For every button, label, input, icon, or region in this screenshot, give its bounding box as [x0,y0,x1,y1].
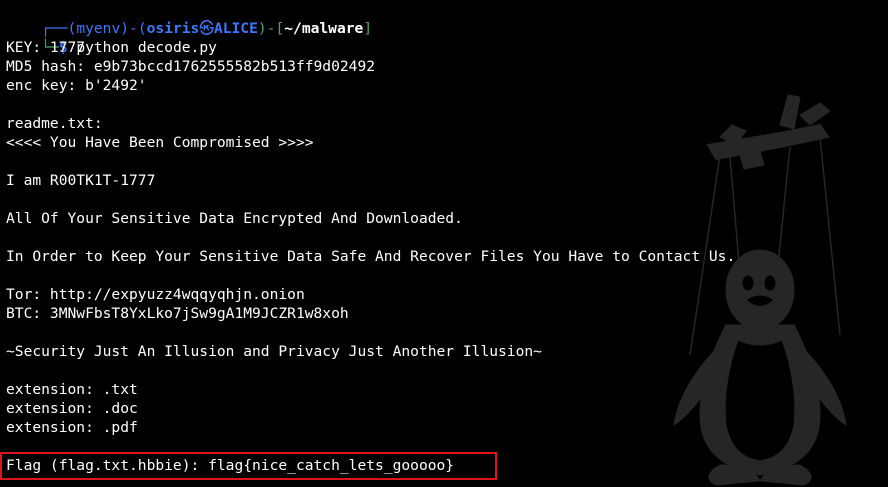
terminal-window[interactable]: ┌──(myenv)-(osiris㉿ALICE)-[~/malware] └─… [0,0,888,487]
command-text: python decode.py [76,39,217,56]
output-line: Tor: http://expyuzz4wqqyqhjn.onion [6,286,305,303]
output-line: In Order to Keep Your Sensitive Data Saf… [6,248,736,265]
output-line: BTC: 3MNwFbsT8YxLko7jSw9gA1M9JCZR1w8xoh [6,305,349,322]
output-line: extension: .txt [6,381,138,398]
flag-line: Flag (flag.txt.hbbie): flag{nice_catch_l… [6,457,455,474]
output-line: enc key: b'2492' [6,77,147,94]
prompt-path: ~/malware [284,20,364,37]
output-line: <<<< You Have Been Compromised >>>> [6,134,314,151]
output-line: I am R00TK1T-1777 [6,172,156,189]
prompt-close-paren-2: )-[ [257,20,285,37]
command-line: └─$ python decode.py [6,19,217,56]
linux-penguin-puppet-icon [673,94,847,486]
output-line: KEY: 1777 [6,39,86,56]
output-line: MD5 hash: e9b73bccd1762555582b513ff9d024… [6,58,376,75]
prompt-line: ┌──(myenv)-(osiris㉿ALICE)-[~/malware] [6,0,372,37]
output-line: readme.txt: [6,115,103,132]
output-line: extension: .doc [6,400,138,417]
prompt-close-bracket: ] [363,20,373,37]
prompt-host: ALICE [213,20,258,37]
output-line: All Of Your Sensitive Data Encrypted And… [6,210,463,227]
output-line: ~Security Just An Illusion and Privacy J… [6,343,542,360]
output-line: extension: .pdf [6,419,138,436]
